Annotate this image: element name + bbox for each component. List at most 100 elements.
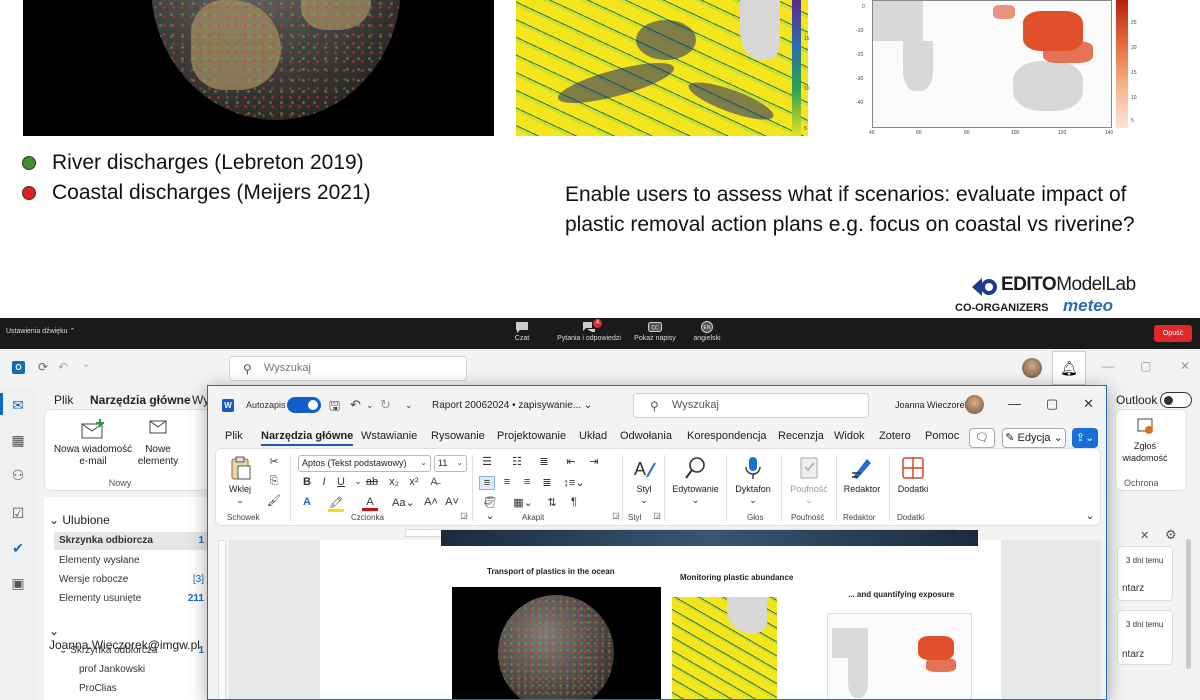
shading-button[interactable]: 🪣︎⌄: [479, 496, 501, 522]
change-case-button[interactable]: Aa⌄: [392, 496, 415, 509]
paste-button[interactable]: Wklej ⌄: [222, 455, 258, 506]
comments-button[interactable]: 🗨︎: [969, 428, 995, 448]
subscript-button[interactable]: x₂: [386, 476, 402, 488]
folder-proclias[interactable]: ProClias: [79, 683, 209, 694]
favorites-header[interactable]: ⌄ Ulubione: [49, 513, 110, 527]
strikethrough-button[interactable]: ab: [364, 476, 380, 488]
folder-drafts[interactable]: Wersje robocze [3]: [59, 574, 209, 585]
numbering-button[interactable]: ☷: [509, 455, 525, 468]
sort-button[interactable]: ⇅: [544, 496, 560, 509]
tab-help[interactable]: Pomoc: [925, 430, 959, 442]
redo-icon[interactable]: ↻: [380, 397, 391, 413]
tab-home[interactable]: Narzędzia główne: [261, 430, 354, 446]
decrease-indent-button[interactable]: ⇤: [563, 455, 579, 468]
report-message-button[interactable]: Zgłoś wiadomość: [1120, 416, 1170, 464]
sensitivity-button[interactable]: Poufność ⌄: [786, 455, 832, 506]
document-title[interactable]: Raport 20062024 • zapisywanie... ⌄: [432, 400, 592, 411]
folder-inbox-favorite[interactable]: Skrzynka odbiorcza 1: [54, 532, 209, 550]
tab-zotero[interactable]: Zotero: [879, 430, 911, 442]
folder-prof-jankowski[interactable]: prof Jankowski: [79, 664, 209, 675]
undo-icon[interactable]: ↶: [58, 360, 68, 374]
folder-inbox-account[interactable]: ⌄ Skrzynka odbiorcza 1: [59, 645, 209, 656]
font-color-button[interactable]: A: [362, 496, 378, 511]
show-marks-button[interactable]: ¶: [566, 496, 582, 508]
mail-icon[interactable]: ✉: [10, 397, 26, 413]
figure-ocean-map-image[interactable]: [672, 597, 777, 699]
bold-button[interactable]: B: [299, 476, 315, 488]
multilevel-list-button[interactable]: ≣: [536, 455, 552, 468]
maximize-icon[interactable]: ▢: [1140, 359, 1151, 373]
increase-indent-button[interactable]: ⇥: [586, 455, 602, 468]
bullets-button[interactable]: ☰: [479, 455, 495, 468]
tab-file[interactable]: Plik: [54, 393, 73, 407]
quick-access-dropdown-icon[interactable]: ⌄: [405, 400, 413, 411]
superscript-button[interactable]: x²: [406, 476, 422, 488]
close-pane-icon[interactable]: ✕: [1140, 529, 1149, 542]
addins-button[interactable]: Dodatki: [892, 455, 934, 495]
justify-button[interactable]: ≣: [539, 476, 555, 489]
tab-design[interactable]: Projektowanie: [497, 430, 566, 442]
pane-scrollbar[interactable]: [1186, 539, 1191, 669]
autosave-toggle[interactable]: [287, 397, 321, 413]
notifications-bell-icon[interactable]: 🔔︎: [1052, 351, 1086, 385]
message-card[interactable]: 3 dni temu ntarz: [1117, 546, 1173, 601]
sound-settings-button[interactable]: Ustawienia dźwięku ⌃: [6, 327, 75, 335]
calendar-icon[interactable]: ▦: [10, 432, 26, 448]
highlight-color-button[interactable]: 🖍︎: [328, 496, 344, 512]
tab-file[interactable]: Plik: [225, 430, 243, 442]
new-email-button[interactable]: Nowa wiadomość e-mail: [53, 418, 133, 468]
quick-access-dropdown-icon[interactable]: ⌄: [82, 359, 90, 370]
tab-review[interactable]: Recenzja: [778, 430, 824, 442]
user-avatar[interactable]: [965, 395, 984, 414]
grow-font-button[interactable]: A˄: [423, 496, 439, 508]
new-outlook-toggle[interactable]: [1160, 392, 1192, 408]
minimize-icon[interactable]: —: [1008, 396, 1021, 411]
language-button[interactable]: EN angielski: [667, 321, 747, 342]
figure-globe-image[interactable]: [452, 587, 661, 699]
close-icon[interactable]: ✕: [1083, 396, 1094, 412]
new-items-button[interactable]: Nowe elementy: [135, 418, 181, 468]
folder-deleted[interactable]: Elementy usunięte 211: [59, 593, 209, 604]
close-icon[interactable]: ✕: [1180, 359, 1190, 373]
align-left-button[interactable]: ≡: [479, 476, 495, 490]
figure-exposure-image[interactable]: [827, 613, 972, 699]
collapse-ribbon-icon[interactable]: ⌄: [1082, 509, 1098, 522]
message-card[interactable]: 3 dni temu ntarz: [1117, 610, 1173, 665]
text-effects-button[interactable]: A: [299, 496, 315, 508]
editing-mode-button[interactable]: ✎ Edycja ⌄: [1002, 428, 1066, 448]
italic-button[interactable]: I: [316, 476, 332, 488]
font-name-select[interactable]: Aptos (Tekst podstawowy) ⌄: [298, 455, 431, 472]
cut-icon[interactable]: ✂: [266, 455, 282, 468]
maximize-icon[interactable]: ▢: [1046, 396, 1058, 412]
undo-dropdown-icon[interactable]: ⌄: [366, 400, 374, 411]
gear-icon[interactable]: ⚙: [1165, 527, 1177, 543]
borders-button[interactable]: ▦⌄: [512, 496, 534, 509]
user-name[interactable]: Joanna Wieczorek: [895, 400, 969, 410]
styles-button[interactable]: A Styl ⌄: [626, 455, 662, 506]
outlook-avatar[interactable]: [1022, 358, 1042, 378]
apps-icon[interactable]: ▣: [10, 575, 26, 591]
format-painter-icon[interactable]: 🖌︎: [266, 494, 282, 507]
underline-button[interactable]: U: [333, 476, 349, 488]
font-size-select[interactable]: 11 ⌄: [434, 455, 467, 472]
align-center-button[interactable]: ≡: [499, 476, 515, 488]
todo-check-icon[interactable]: ✔: [10, 540, 26, 556]
tab-layout[interactable]: Układ: [579, 430, 607, 442]
font-dialog-launcher-icon[interactable]: ◲: [456, 511, 472, 520]
copy-icon[interactable]: ⎘: [266, 475, 282, 488]
undo-icon[interactable]: ↶: [350, 397, 361, 413]
document-page[interactable]: Transport of plastics in the ocean Monit…: [320, 530, 1001, 699]
leave-button[interactable]: Opuść: [1154, 325, 1192, 342]
outlook-search-input[interactable]: ⚲ Wyszukaj: [229, 356, 467, 381]
vertical-ruler[interactable]: [215, 540, 229, 699]
editing-button[interactable]: Edytowanie ⌄: [668, 455, 723, 506]
share-button[interactable]: ⇪⌄: [1072, 428, 1098, 448]
tab-draw[interactable]: Rysowanie: [431, 430, 485, 442]
minimize-icon[interactable]: —: [1102, 359, 1114, 373]
shrink-font-button[interactable]: A˅: [444, 496, 460, 508]
style-dialog-launcher-icon[interactable]: ◲: [649, 511, 665, 520]
people-icon[interactable]: ⚇: [10, 467, 26, 483]
dictate-button[interactable]: Dyktafon ⌄: [730, 455, 776, 506]
save-icon[interactable]: 🖫︎: [329, 397, 340, 419]
word-search-input[interactable]: ⚲ Wyszukaj: [633, 393, 869, 418]
